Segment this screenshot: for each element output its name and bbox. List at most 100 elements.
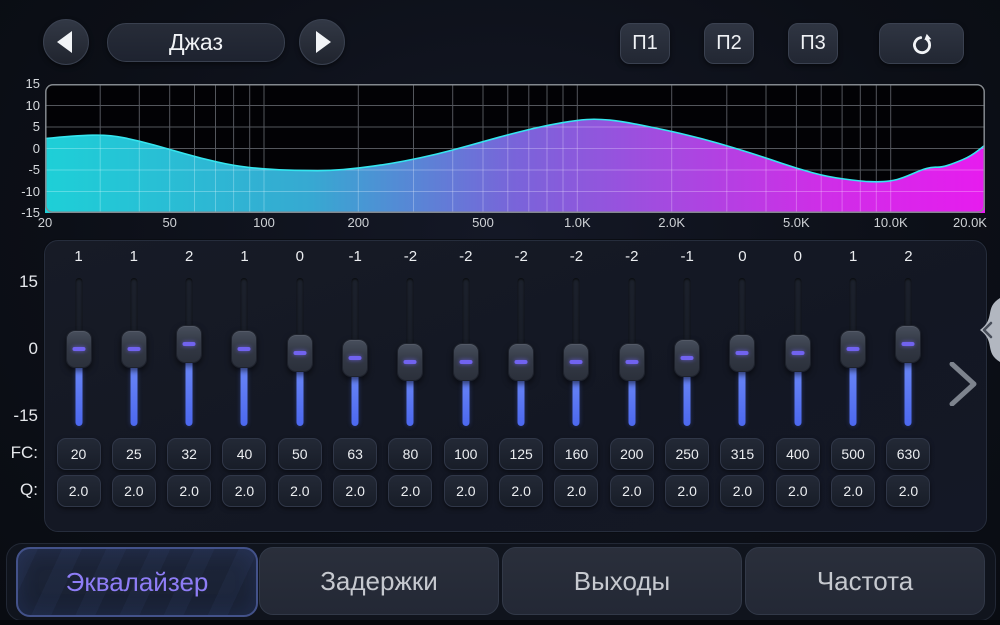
left-triangle-icon bbox=[57, 31, 72, 53]
preset-next-button[interactable] bbox=[299, 19, 345, 65]
slider-thumb[interactable] bbox=[729, 334, 755, 372]
band-q-button[interactable]: 2.0 bbox=[278, 475, 322, 507]
band-gain-slider[interactable] bbox=[896, 276, 920, 428]
eq-band-100: -2 100 2.0 bbox=[438, 240, 494, 530]
slider-thumb[interactable] bbox=[619, 343, 645, 381]
x-tick-label: 20.0K bbox=[948, 215, 992, 230]
reset-button[interactable] bbox=[879, 23, 964, 64]
y-tick-label: -5 bbox=[2, 162, 40, 178]
band-gain-slider[interactable] bbox=[122, 276, 146, 428]
band-fc-button[interactable]: 20 bbox=[57, 438, 101, 470]
band-gain-slider[interactable] bbox=[177, 276, 201, 428]
memory-preset-button-1[interactable]: П1 bbox=[620, 23, 670, 64]
preset-selector[interactable]: Джаз bbox=[107, 23, 285, 62]
y-tick-label: 15 bbox=[2, 76, 40, 92]
band-fc-button[interactable]: 25 bbox=[112, 438, 156, 470]
band-q-button[interactable]: 2.0 bbox=[444, 475, 488, 507]
band-gain-value: -2 bbox=[438, 248, 494, 265]
y-tick-label: 5 bbox=[2, 119, 40, 135]
band-q-button[interactable]: 2.0 bbox=[333, 475, 377, 507]
band-q-button[interactable]: 2.0 bbox=[610, 475, 654, 507]
band-fc-button[interactable]: 500 bbox=[831, 438, 875, 470]
band-q-button[interactable]: 2.0 bbox=[831, 475, 875, 507]
band-q-button[interactable]: 2.0 bbox=[886, 475, 930, 507]
band-gain-value: -2 bbox=[604, 248, 660, 265]
eq-band-40: 1402.0 bbox=[216, 240, 272, 530]
band-gain-slider[interactable] bbox=[288, 276, 312, 428]
band-q-button[interactable]: 2.0 bbox=[720, 475, 764, 507]
x-tick-label: 50 bbox=[148, 215, 192, 230]
band-gain-slider[interactable] bbox=[67, 276, 91, 428]
tab-delays[interactable]: Задержки bbox=[259, 547, 499, 615]
band-q-button[interactable]: 2.0 bbox=[112, 475, 156, 507]
scale-label-min: -15 bbox=[2, 406, 38, 426]
x-tick-label: 2.0K bbox=[650, 215, 694, 230]
band-fc-button[interactable]: 40 bbox=[222, 438, 266, 470]
band-fc-button[interactable]: 80 bbox=[388, 438, 432, 470]
x-tick-label: 200 bbox=[336, 215, 380, 230]
band-fc-button[interactable]: 315 bbox=[720, 438, 764, 470]
band-fc-button[interactable]: 125 bbox=[499, 438, 543, 470]
band-gain-slider[interactable] bbox=[564, 276, 588, 428]
band-gain-slider[interactable] bbox=[620, 276, 644, 428]
band-gain-slider[interactable] bbox=[730, 276, 754, 428]
slider-thumb[interactable] bbox=[785, 334, 811, 372]
slider-thumb[interactable] bbox=[287, 334, 313, 372]
band-q-button[interactable]: 2.0 bbox=[57, 475, 101, 507]
slider-thumb[interactable] bbox=[66, 330, 92, 368]
slider-thumb[interactable] bbox=[397, 343, 423, 381]
tab-outputs[interactable]: Выходы bbox=[502, 547, 742, 615]
band-gain-slider[interactable] bbox=[454, 276, 478, 428]
eq-band-125: -21252.0 bbox=[493, 240, 549, 530]
memory-preset-button-3[interactable]: П3 bbox=[788, 23, 838, 64]
band-q-button[interactable]: 2.0 bbox=[388, 475, 432, 507]
slider-thumb[interactable] bbox=[563, 343, 589, 381]
band-gain-slider[interactable] bbox=[675, 276, 699, 428]
band-fc-button[interactable]: 630 bbox=[886, 438, 930, 470]
band-gain-slider[interactable] bbox=[786, 276, 810, 428]
slider-thumb[interactable] bbox=[895, 325, 921, 363]
preset-prev-button[interactable] bbox=[43, 19, 89, 65]
band-q-button[interactable]: 2.0 bbox=[499, 475, 543, 507]
band-gain-slider[interactable] bbox=[232, 276, 256, 428]
band-gain-slider[interactable] bbox=[841, 276, 865, 428]
drawer-handle[interactable] bbox=[970, 298, 1000, 362]
band-fc-button[interactable]: 250 bbox=[665, 438, 709, 470]
band-fc-button[interactable]: 32 bbox=[167, 438, 211, 470]
band-q-button[interactable]: 2.0 bbox=[665, 475, 709, 507]
band-q-button[interactable]: 2.0 bbox=[776, 475, 820, 507]
band-fc-button[interactable]: 160 bbox=[554, 438, 598, 470]
eq-band-400: 0 400 2.0 bbox=[770, 240, 826, 530]
slider-thumb[interactable] bbox=[342, 339, 368, 377]
slider-thumb[interactable] bbox=[176, 325, 202, 363]
slider-thumb[interactable] bbox=[840, 330, 866, 368]
band-fc-button[interactable]: 400 bbox=[776, 438, 820, 470]
band-gain-value: 0 bbox=[770, 248, 826, 265]
tab-equalizer[interactable]: Эквалайзер bbox=[16, 547, 258, 617]
slider-thumb[interactable] bbox=[508, 343, 534, 381]
slider-thumb[interactable] bbox=[121, 330, 147, 368]
band-gain-slider[interactable] bbox=[509, 276, 533, 428]
band-gain-value: 0 bbox=[272, 248, 328, 265]
eq-band-160: -21602.0 bbox=[548, 240, 604, 530]
slider-thumb[interactable] bbox=[231, 330, 257, 368]
band-fc-button[interactable]: 100 bbox=[444, 438, 488, 470]
band-fc-button[interactable]: 63 bbox=[333, 438, 377, 470]
q-row-label: Q: bbox=[2, 480, 38, 500]
band-fc-button[interactable]: 50 bbox=[278, 438, 322, 470]
band-q-button[interactable]: 2.0 bbox=[554, 475, 598, 507]
memory-preset-button-2[interactable]: П2 bbox=[704, 23, 754, 64]
eq-band-63: -1632.0 bbox=[327, 240, 383, 530]
band-fc-button[interactable]: 200 bbox=[610, 438, 654, 470]
band-gain-slider[interactable] bbox=[398, 276, 422, 428]
scale-label-zero: 0 bbox=[2, 339, 38, 359]
slider-thumb[interactable] bbox=[453, 343, 479, 381]
x-tick-label: 1.0K bbox=[555, 215, 599, 230]
tab-frequency[interactable]: Частота bbox=[745, 547, 985, 615]
x-tick-label: 10.0K bbox=[869, 215, 913, 230]
band-q-button[interactable]: 2.0 bbox=[222, 475, 266, 507]
band-gain-slider[interactable] bbox=[343, 276, 367, 428]
slider-thumb[interactable] bbox=[674, 339, 700, 377]
band-q-button[interactable]: 2.0 bbox=[167, 475, 211, 507]
more-bands-button[interactable] bbox=[948, 362, 988, 406]
